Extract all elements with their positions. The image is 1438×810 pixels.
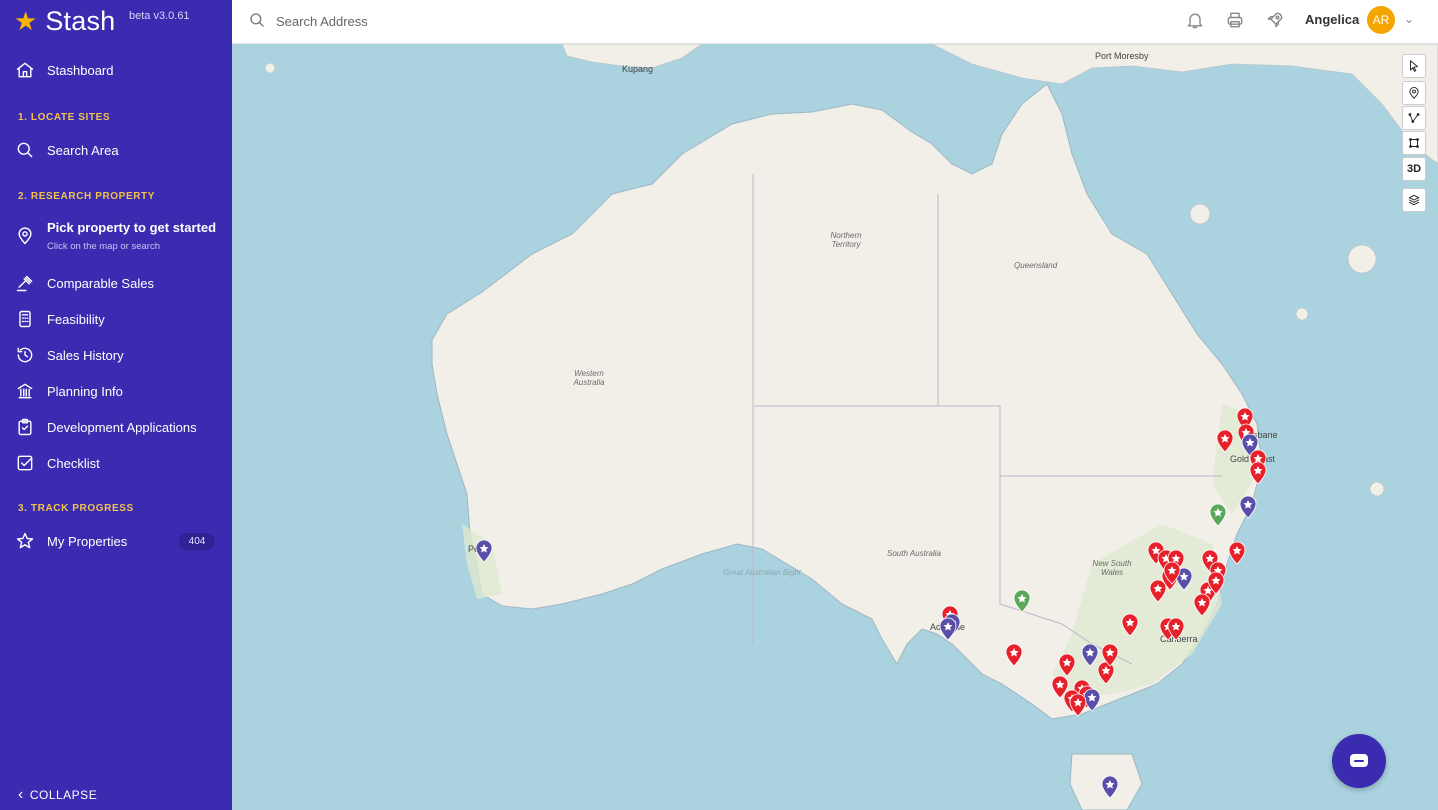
search-icon: [248, 11, 266, 29]
select-tool-button[interactable]: [1402, 54, 1426, 78]
collapse-button[interactable]: ‹ COLLAPSE: [18, 786, 97, 804]
property-pin[interactable]: [1081, 643, 1099, 667]
property-pin[interactable]: [1193, 593, 1211, 617]
sidebar-item-sales-history[interactable]: Sales History: [14, 343, 224, 367]
sidebar-item-stashboard[interactable]: Stashboard: [14, 58, 224, 82]
sidebar-item-label: Development Applications: [47, 419, 197, 435]
map-pin-icon: [14, 225, 36, 247]
search-icon: [14, 139, 36, 161]
pin-tool-button[interactable]: [1402, 81, 1426, 105]
brand-logo[interactable]: ★ Stash: [14, 4, 115, 38]
property-pin[interactable]: [1149, 579, 1167, 603]
property-pin[interactable]: [1228, 541, 1246, 565]
sidebar-item-search-area[interactable]: Search Area: [14, 138, 224, 162]
polygon-icon: [1409, 138, 1419, 148]
bell-icon[interactable]: [1185, 10, 1207, 32]
property-pin[interactable]: [1097, 661, 1115, 685]
sidebar-item-checklist[interactable]: Checklist: [14, 451, 224, 475]
address-search-input[interactable]: [276, 8, 876, 34]
sidebar-item-label: My Properties: [47, 533, 128, 549]
checkbox-icon: [14, 452, 36, 474]
property-pin[interactable]: [1209, 503, 1227, 527]
sidebar-item-planning-info[interactable]: Planning Info: [14, 379, 224, 403]
section-title-research-property: 2. RESEARCH PROPERTY: [18, 191, 156, 202]
sidebar-item-label: Pick property to get started: [47, 219, 217, 235]
star-logo-icon: ★: [14, 6, 38, 36]
section-title-track-progress: 3. TRACK PROGRESS: [18, 503, 134, 514]
calculator-icon: [14, 308, 36, 330]
app-version: beta v3.0.61: [129, 10, 190, 22]
sidebar-item-label: Feasibility: [47, 311, 105, 327]
printer-icon[interactable]: [1225, 10, 1247, 32]
sidebar-item-label: Stashboard: [47, 62, 114, 78]
sidebar-item-feasibility[interactable]: Feasibility: [14, 307, 224, 331]
sidebar-item-label: Search Area: [47, 142, 119, 158]
layers-button[interactable]: [1402, 188, 1426, 212]
property-pin[interactable]: [1013, 589, 1031, 613]
property-pin[interactable]: [1249, 461, 1267, 485]
chat-support-button[interactable]: [1332, 734, 1386, 788]
section-title-locate-sites: 1. LOCATE SITES: [18, 112, 111, 123]
property-pins-layer: [475, 407, 1267, 799]
3d-toggle-button[interactable]: 3D: [1402, 157, 1426, 181]
sidebar-item-development-applications[interactable]: Development Applications: [14, 415, 224, 439]
property-pin[interactable]: [1239, 495, 1257, 519]
layers-icon: [1408, 194, 1420, 206]
rocket-icon[interactable]: [1265, 10, 1287, 32]
property-pin[interactable]: [939, 617, 957, 641]
app-name: Stash: [45, 5, 116, 36]
property-pin[interactable]: [1005, 643, 1023, 667]
map-canvas[interactable]: Kupang Port Moresby Northern Territory Q…: [232, 44, 1438, 810]
chat-icon: [1350, 754, 1368, 767]
polyline-icon: [1408, 113, 1420, 123]
chevron-left-icon: ‹: [18, 786, 24, 803]
property-pin[interactable]: [1121, 613, 1139, 637]
sidebar-item-pick-property[interactable]: Pick property to get started: [14, 215, 224, 245]
pick-property-hint: Click on the map or search: [47, 241, 160, 252]
polygon-tool-button[interactable]: [1402, 131, 1426, 155]
avatar[interactable]: AR: [1367, 6, 1395, 34]
star-icon: [14, 530, 36, 552]
my-properties-count-badge: 404: [179, 533, 215, 550]
sidebar-item-label: Planning Info: [47, 383, 123, 399]
history-icon: [14, 344, 36, 366]
sidebar: ★ Stash beta v3.0.61 Stashboard 1. LOCAT…: [0, 0, 232, 810]
chevron-down-icon[interactable]: ⌄: [1404, 12, 1414, 26]
line-tool-button[interactable]: [1402, 106, 1426, 130]
sidebar-item-label: Comparable Sales: [47, 275, 154, 291]
building-icon: [14, 380, 36, 402]
cursor-icon: [1410, 60, 1418, 72]
user-name[interactable]: Angelica: [1305, 12, 1359, 27]
map-pin-icon: [1409, 87, 1419, 99]
sidebar-item-label: Checklist: [47, 455, 100, 471]
gavel-icon: [14, 272, 36, 294]
property-pin[interactable]: [1069, 693, 1087, 717]
property-pin[interactable]: [1058, 653, 1076, 677]
collapse-label: COLLAPSE: [29, 788, 98, 802]
property-pin[interactable]: [475, 539, 493, 563]
top-bar: Angelica AR ⌄: [232, 0, 1438, 44]
property-pin[interactable]: [1216, 429, 1234, 453]
property-pin[interactable]: [1101, 775, 1119, 799]
home-icon: [14, 59, 36, 81]
clipboard-check-icon: [14, 416, 36, 438]
sidebar-item-comparable-sales[interactable]: Comparable Sales: [14, 271, 224, 295]
sidebar-item-label: Sales History: [47, 347, 124, 363]
